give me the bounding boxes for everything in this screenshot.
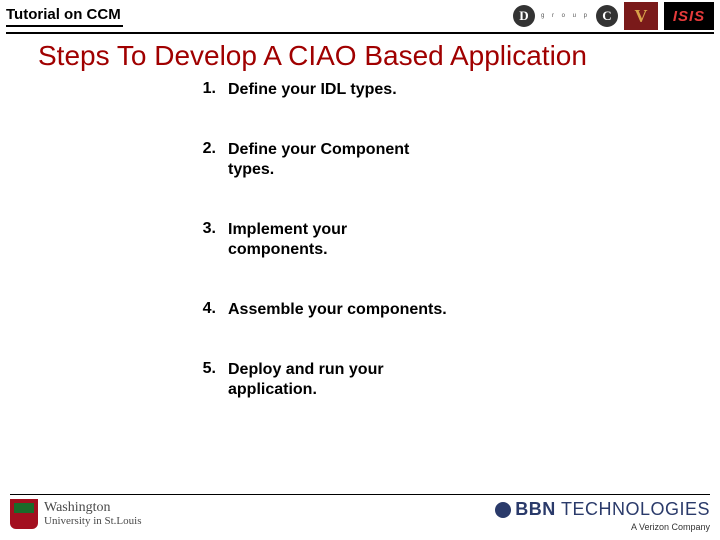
bbn-logo: BBN TECHNOLOGIES A Verizon Company <box>495 499 710 532</box>
vanderbilt-badge-icon: V <box>624 2 658 30</box>
bbn-rest: TECHNOLOGIES <box>556 499 710 519</box>
footer-row: Washington University in St.Louis BBN TE… <box>10 499 710 532</box>
step-text: Define your IDL types. <box>228 80 397 100</box>
list-item: 4. Assemble your components. <box>190 300 720 320</box>
step-text: Implement your components. <box>228 220 448 260</box>
bbn-name: BBN TECHNOLOGIES <box>515 499 710 520</box>
washu-line2: University in St.Louis <box>44 516 141 528</box>
step-number: 2. <box>190 140 216 180</box>
step-number: 1. <box>190 80 216 100</box>
doc-logo-letter-d: D <box>513 5 535 27</box>
footer: Washington University in St.Louis BBN TE… <box>0 494 720 532</box>
step-number: 5. <box>190 360 216 400</box>
bbn-bullet-icon <box>495 502 511 518</box>
bbn-subtitle: A Verizon Company <box>495 522 710 532</box>
washu-line1: Washington <box>44 501 141 516</box>
doc-title: Tutorial on CCM <box>6 6 123 27</box>
steps-list: 1. Define your IDL types. 2. Define your… <box>0 80 720 400</box>
doc-logo-letter-c: C <box>596 5 618 27</box>
doc-logo-sub: g r o u p <box>541 13 590 19</box>
list-item: 2. Define your Component types. <box>190 140 720 180</box>
step-text: Define your Component types. <box>228 140 448 180</box>
top-logos: D g r o u p C V ISIS <box>513 2 714 30</box>
washu-text: Washington University in St.Louis <box>44 501 141 527</box>
bbn-row: BBN TECHNOLOGIES <box>495 499 710 520</box>
topbar: Tutorial on CCM D g r o u p C V ISIS <box>0 0 720 30</box>
doc-group-logo: D g r o u p C <box>513 5 618 27</box>
step-text: Deploy and run your application. <box>228 360 448 400</box>
washu-shield-icon <box>10 499 38 529</box>
slide: Tutorial on CCM D g r o u p C V ISIS Ste… <box>0 0 720 540</box>
bbn-bold: BBN <box>515 499 556 519</box>
list-item: 3. Implement your components. <box>190 220 720 260</box>
washu-logo: Washington University in St.Louis <box>10 499 141 529</box>
step-number: 4. <box>190 300 216 320</box>
step-text: Assemble your components. <box>228 300 447 320</box>
list-item: 1. Define your IDL types. <box>190 80 720 100</box>
bottom-rule <box>10 494 710 495</box>
step-number: 3. <box>190 220 216 260</box>
list-item: 5. Deploy and run your application. <box>190 360 720 400</box>
isis-badge-icon: ISIS <box>664 2 714 30</box>
page-title: Steps To Develop A CIAO Based Applicatio… <box>0 34 720 80</box>
